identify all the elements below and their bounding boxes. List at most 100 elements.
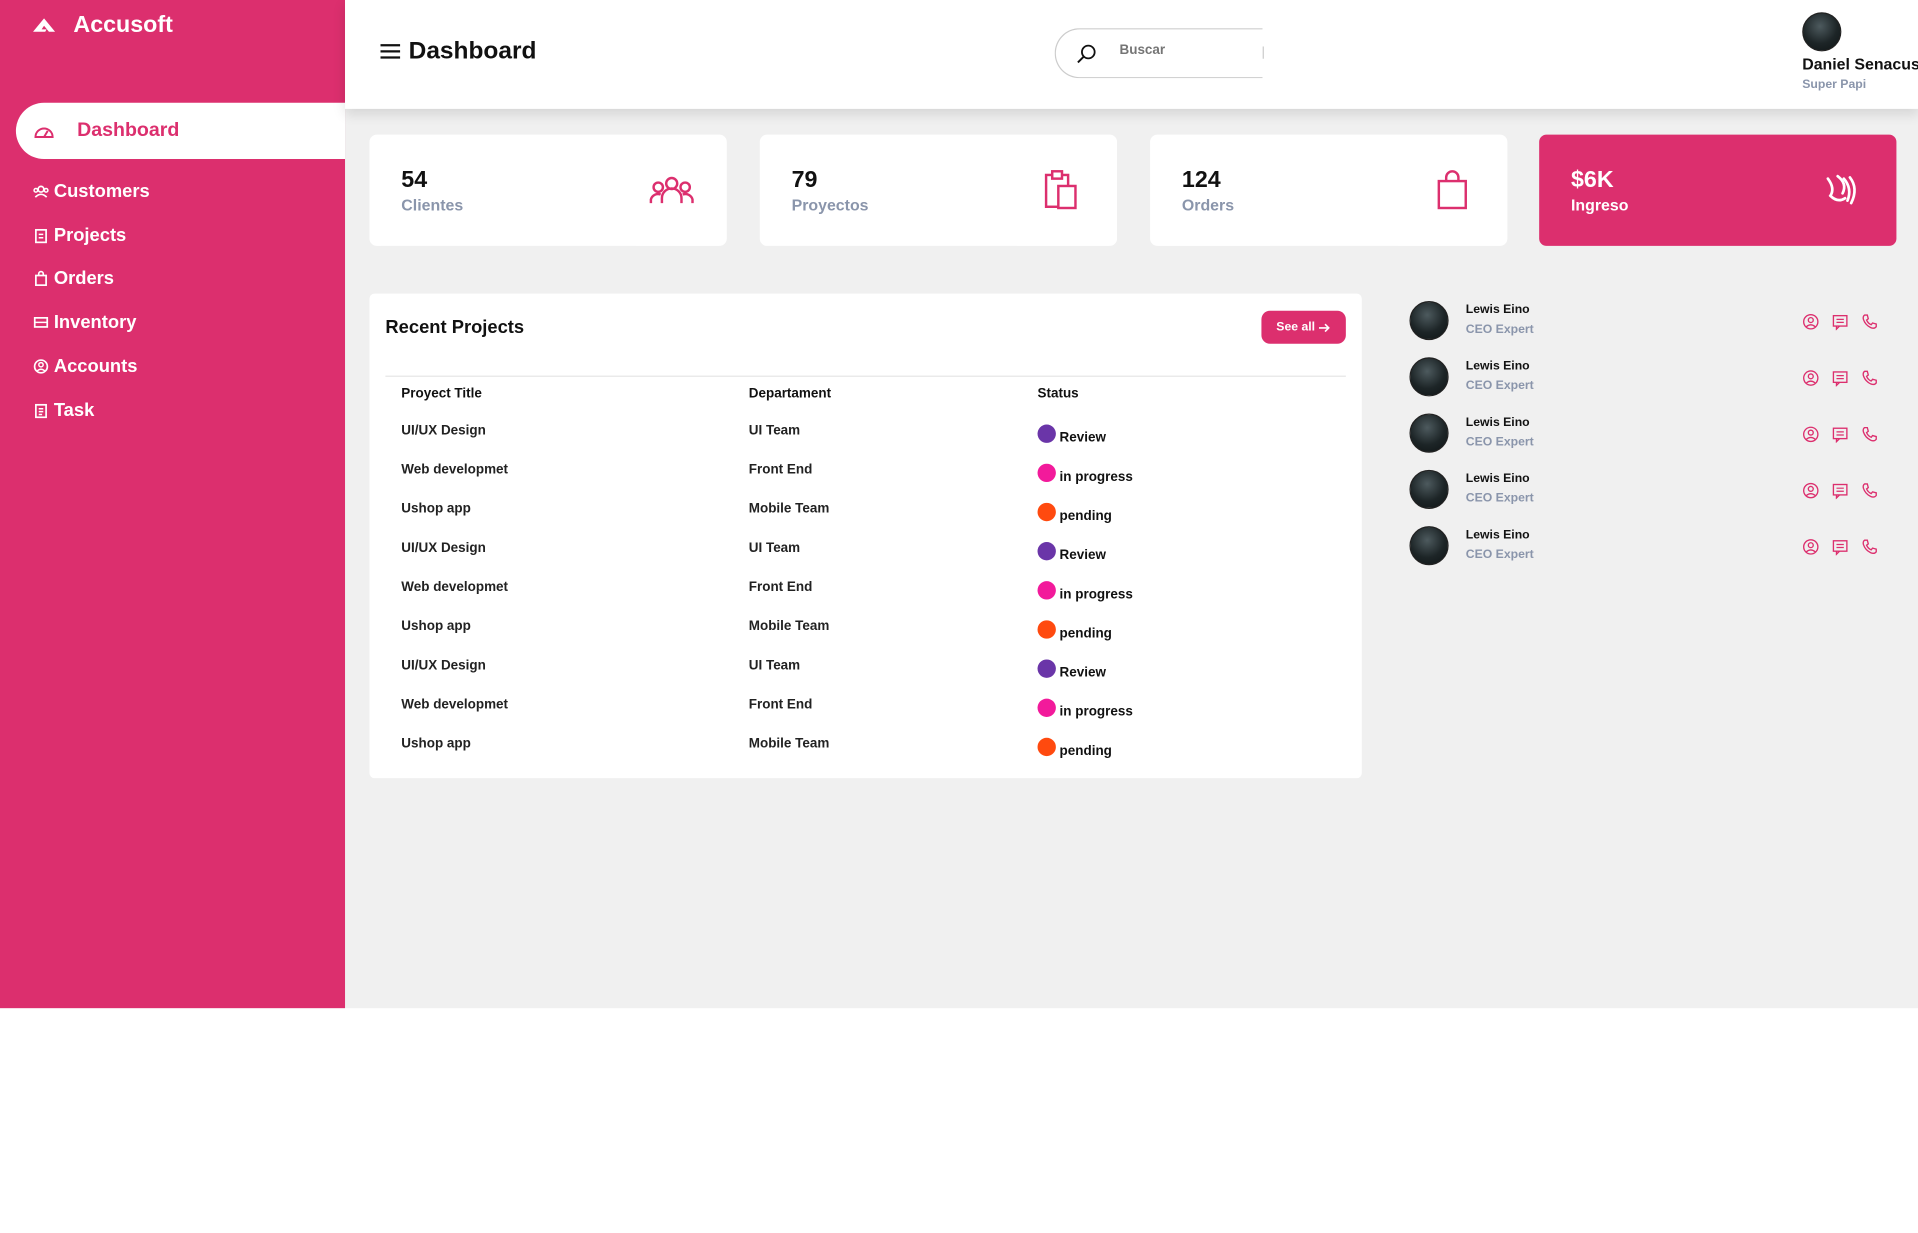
stat-card-clientes[interactable]: 54 Clientes xyxy=(369,134,727,246)
account-icon xyxy=(33,359,49,374)
profile-icon[interactable] xyxy=(1802,482,1819,499)
status-dot xyxy=(1037,620,1056,639)
department-cell: Mobile Team xyxy=(748,501,830,517)
see-all-button[interactable]: See all xyxy=(1261,310,1346,344)
phone-icon[interactable] xyxy=(1861,426,1878,443)
search-divider xyxy=(1262,46,1264,59)
sidebar-item-accounts[interactable]: Accounts xyxy=(33,356,137,377)
department-cell: Mobile Team xyxy=(748,619,830,634)
message-icon[interactable] xyxy=(1832,426,1849,443)
profile-icon[interactable] xyxy=(1802,538,1819,555)
sidebar-item-label: Accounts xyxy=(53,356,138,377)
avatar[interactable] xyxy=(1409,300,1449,341)
search-icon[interactable] xyxy=(1075,43,1097,65)
search-input[interactable] xyxy=(1119,42,1242,58)
avatar[interactable] xyxy=(1409,413,1449,453)
stat-label: Proyectos xyxy=(791,195,869,215)
avatar[interactable] xyxy=(1409,357,1449,397)
sidebar-item-task[interactable]: Task xyxy=(33,400,94,421)
status-cell: Review xyxy=(1037,542,1106,564)
status-cell: in progress xyxy=(1037,581,1133,603)
user-name: Daniel Senacus xyxy=(1802,55,1918,74)
profile-icon[interactable] xyxy=(1802,313,1819,330)
stat-card-proyectos[interactable]: 79 Proyectos xyxy=(759,134,1118,246)
message-icon[interactable] xyxy=(1832,538,1849,556)
status-dot xyxy=(1037,463,1056,483)
phone-icon[interactable] xyxy=(1861,538,1878,555)
message-icon[interactable] xyxy=(1832,482,1849,500)
status-cell: in progress xyxy=(1037,463,1133,485)
avatar[interactable] xyxy=(1409,526,1449,566)
contact-item[interactable]: Lewis Eino CEO Expert xyxy=(1409,526,1886,568)
contact-item[interactable]: Lewis Eino CEO Expert xyxy=(1409,469,1886,512)
top-header: Dashboard Daniel Senacus Super Papi xyxy=(345,0,1918,109)
user-avatar[interactable] xyxy=(1802,12,1842,52)
status-dot xyxy=(1037,502,1056,522)
contact-item[interactable]: Lewis Eino CEO Expert xyxy=(1409,357,1886,399)
status-label: pending xyxy=(1059,625,1112,641)
sidebar-item-customers[interactable]: Customers xyxy=(33,181,150,202)
department-cell: UI Team xyxy=(748,658,801,673)
project-title-cell: UI/UX Design xyxy=(401,423,486,439)
stat-card-ingreso[interactable]: $6K Ingreso xyxy=(1539,134,1897,246)
sidebar-item-label: Task xyxy=(53,400,95,421)
bag-icon xyxy=(35,270,47,287)
profile-icon[interactable] xyxy=(1802,426,1819,443)
project-title-cell: Web developmet xyxy=(401,697,509,713)
status-cell: pending xyxy=(1037,620,1112,642)
stat-label: Ingreso xyxy=(1570,195,1629,215)
contact-name: Lewis Eino xyxy=(1465,528,1530,543)
sidebar-item-label: Inventory xyxy=(53,311,137,333)
contact-item[interactable]: Lewis Eino CEO Expert xyxy=(1409,413,1886,456)
status-label: in progress xyxy=(1059,704,1133,719)
status-dot xyxy=(1037,581,1056,600)
phone-icon[interactable] xyxy=(1861,313,1878,330)
sidebar-item-projects[interactable]: Projects xyxy=(33,225,126,246)
project-title-cell: UI/UX Design xyxy=(401,658,486,673)
see-all-label: See all xyxy=(1276,320,1316,335)
column-header[interactable]: Status xyxy=(1038,387,1079,402)
profile-icon[interactable] xyxy=(1802,369,1819,386)
clipboard-icon xyxy=(1044,170,1077,210)
money-icon xyxy=(1826,174,1856,205)
status-dot xyxy=(1037,659,1056,678)
contact-name: Lewis Eino xyxy=(1465,415,1530,430)
department-cell: Front End xyxy=(748,697,813,713)
avatar[interactable] xyxy=(1409,469,1449,509)
stat-card-orders[interactable]: 124 Orders xyxy=(1150,134,1508,246)
contact-item[interactable]: Lewis Eino CEO Expert xyxy=(1409,300,1886,343)
recent-projects-panel: Recent Projects See all Proyect Title De… xyxy=(369,293,1362,779)
sidebar: Accusoft Dashboard Customers Projects Or… xyxy=(0,0,346,1009)
sidebar-item-orders[interactable]: Orders xyxy=(33,268,114,289)
contact-role: CEO Expert xyxy=(1465,435,1534,450)
contact-role: CEO Expert xyxy=(1465,491,1534,506)
department-cell: Front End xyxy=(748,462,813,478)
brand-name: Accusoft xyxy=(73,12,173,38)
contact-role: CEO Expert xyxy=(1465,379,1534,393)
people-icon xyxy=(649,176,694,204)
sidebar-item-label: Dashboard xyxy=(77,119,180,141)
column-header[interactable]: Proyect Title xyxy=(401,387,482,402)
column-header[interactable]: Departament xyxy=(749,387,831,402)
status-label: Review xyxy=(1059,430,1106,445)
project-title-cell: Ushop app xyxy=(401,501,471,517)
phone-icon[interactable] xyxy=(1861,369,1878,386)
sidebar-item-inventory[interactable]: Inventory xyxy=(33,312,136,333)
search-box[interactable] xyxy=(1054,28,1263,79)
message-icon[interactable] xyxy=(1832,369,1849,387)
brand[interactable]: Accusoft xyxy=(32,12,173,39)
brand-logo-icon xyxy=(33,18,56,32)
stat-value: 79 xyxy=(791,167,818,194)
project-title-cell: Ushop app xyxy=(401,736,471,752)
status-dot xyxy=(1037,542,1056,561)
bag-icon xyxy=(1437,170,1467,210)
contact-role: CEO Expert xyxy=(1465,548,1534,562)
inventory-icon xyxy=(33,316,49,328)
sidebar-item-dashboard[interactable]: Dashboard xyxy=(15,102,346,160)
status-label: in progress xyxy=(1059,586,1133,602)
message-icon[interactable] xyxy=(1832,313,1849,331)
divider xyxy=(385,375,1346,377)
menu-icon[interactable] xyxy=(379,40,401,62)
stat-value: $6K xyxy=(1570,167,1614,194)
phone-icon[interactable] xyxy=(1861,482,1878,499)
